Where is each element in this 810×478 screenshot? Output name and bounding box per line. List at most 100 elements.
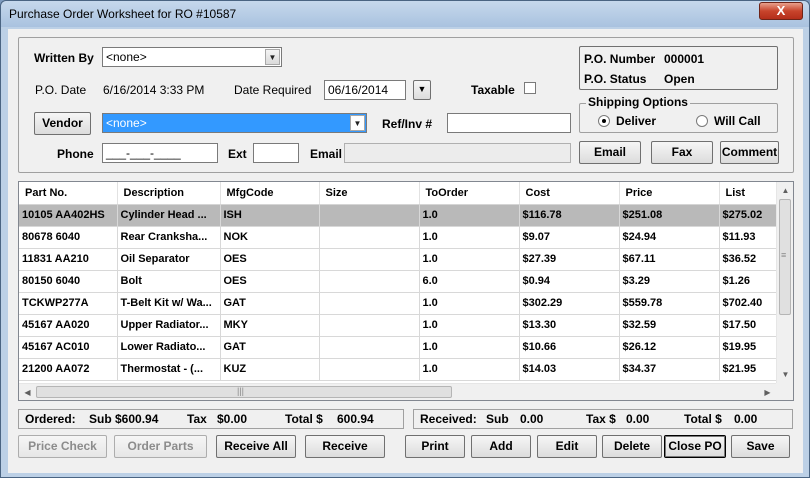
cell-description[interactable]: Thermostat - (...: [117, 358, 221, 381]
date-picker-button[interactable]: ▼: [413, 80, 431, 100]
cell-list[interactable]: $275.02: [719, 204, 779, 227]
cell-description[interactable]: Lower Radiato...: [117, 336, 221, 359]
scroll-left-icon[interactable]: ◀: [19, 384, 36, 401]
vertical-scrollbar[interactable]: ▲ ≡ ▼: [776, 182, 793, 383]
cell-toorder[interactable]: 1.0: [419, 358, 520, 381]
col-header-list[interactable]: List: [719, 182, 779, 205]
price-check-button[interactable]: Price Check: [18, 435, 107, 458]
col-header-toorder[interactable]: ToOrder: [419, 182, 520, 205]
cell-description[interactable]: T-Belt Kit w/ Wa...: [117, 292, 221, 315]
cell-price[interactable]: $3.29: [619, 270, 720, 293]
cell-list[interactable]: $1.26: [719, 270, 779, 293]
receive-button[interactable]: Receive: [305, 435, 385, 458]
cell-part-no[interactable]: 10105 AA402HS: [19, 204, 118, 227]
will-call-radio[interactable]: [696, 115, 708, 127]
cell-list[interactable]: $702.40: [719, 292, 779, 315]
cell-list[interactable]: $11.93: [719, 226, 779, 249]
cell-mfgcode[interactable]: OES: [220, 248, 320, 271]
vendor-combo[interactable]: <none> ▼: [102, 113, 367, 133]
table-row[interactable]: 10105 AA402HS Cylinder Head ... ISH 1.0 $116…: [19, 204, 779, 227]
table-row[interactable]: 45167 AC010 Lower Radiato... GAT 1.0 $10.66 $…: [19, 336, 779, 359]
print-button[interactable]: Print: [405, 435, 465, 458]
cell-mfgcode[interactable]: GAT: [220, 336, 320, 359]
scroll-right-icon[interactable]: ▶: [759, 384, 776, 401]
cell-toorder[interactable]: 6.0: [419, 270, 520, 293]
receive-all-button[interactable]: Receive All: [216, 435, 296, 458]
cell-size[interactable]: [319, 358, 420, 381]
close-po-button[interactable]: Close PO: [664, 435, 726, 458]
chevron-down-icon[interactable]: ▼: [265, 49, 280, 65]
cell-toorder[interactable]: 1.0: [419, 314, 520, 337]
email-input[interactable]: [344, 143, 571, 163]
cell-mfgcode[interactable]: NOK: [220, 226, 320, 249]
table-row[interactable]: 21200 AA072 Thermostat - (... KUZ 1.0 $14.03…: [19, 358, 779, 381]
cell-toorder[interactable]: 1.0: [419, 204, 520, 227]
taxable-checkbox[interactable]: [524, 82, 536, 94]
col-header-mfgcode[interactable]: MfgCode: [220, 182, 320, 205]
cell-cost[interactable]: $13.30: [519, 314, 620, 337]
refinv-input[interactable]: [447, 113, 571, 133]
cell-list[interactable]: $21.95: [719, 358, 779, 381]
table-row[interactable]: 11831 AA210 Oil Separator OES 1.0 $27.39 $67.…: [19, 248, 779, 271]
table-row[interactable]: 80150 6040 Bolt OES 6.0 $0.94 $3.29 $1.26: [19, 270, 779, 293]
fax-button[interactable]: Fax: [651, 141, 713, 164]
scroll-up-icon[interactable]: ▲: [777, 182, 794, 199]
cell-part-no[interactable]: 21200 AA072: [19, 358, 118, 381]
col-header-cost[interactable]: Cost: [519, 182, 620, 205]
cell-toorder[interactable]: 1.0: [419, 336, 520, 359]
horizontal-scrollbar[interactable]: ◀ ||| ▶: [19, 383, 776, 400]
cell-cost[interactable]: $9.07: [519, 226, 620, 249]
cell-cost[interactable]: $27.39: [519, 248, 620, 271]
cell-mfgcode[interactable]: KUZ: [220, 358, 320, 381]
cell-size[interactable]: [319, 336, 420, 359]
cell-price[interactable]: $34.37: [619, 358, 720, 381]
cell-cost[interactable]: $10.66: [519, 336, 620, 359]
save-button[interactable]: Save: [731, 435, 790, 458]
cell-part-no[interactable]: 80678 6040: [19, 226, 118, 249]
cell-part-no[interactable]: TCKWP277A: [19, 292, 118, 315]
title-bar[interactable]: Purchase Order Worksheet for RO #10587 X: [1, 1, 809, 27]
horizontal-scroll-thumb[interactable]: |||: [36, 386, 452, 398]
order-parts-button[interactable]: Order Parts: [114, 435, 207, 458]
cell-cost[interactable]: $0.94: [519, 270, 620, 293]
cell-size[interactable]: [319, 292, 420, 315]
cell-description[interactable]: Upper Radiator...: [117, 314, 221, 337]
col-header-part-no[interactable]: Part No.: [19, 182, 118, 205]
table-row[interactable]: 80678 6040 Rear Cranksha... NOK 1.0 $9.07 $24…: [19, 226, 779, 249]
table-row[interactable]: TCKWP277A T-Belt Kit w/ Wa... GAT 1.0 $302.2…: [19, 292, 779, 315]
phone-input[interactable]: ___-___-____: [102, 143, 218, 163]
cell-toorder[interactable]: 1.0: [419, 226, 520, 249]
edit-button[interactable]: Edit: [537, 435, 597, 458]
cell-toorder[interactable]: 1.0: [419, 248, 520, 271]
cell-price[interactable]: $32.59: [619, 314, 720, 337]
cell-list[interactable]: $36.52: [719, 248, 779, 271]
cell-description[interactable]: Rear Cranksha...: [117, 226, 221, 249]
ext-input[interactable]: [253, 143, 299, 163]
deliver-radio[interactable]: [598, 115, 610, 127]
col-header-size[interactable]: Size: [319, 182, 420, 205]
vertical-scroll-thumb[interactable]: ≡: [779, 199, 791, 315]
cell-description[interactable]: Cylinder Head ...: [117, 204, 221, 227]
cell-mfgcode[interactable]: GAT: [220, 292, 320, 315]
cell-price[interactable]: $67.11: [619, 248, 720, 271]
add-button[interactable]: Add: [471, 435, 531, 458]
cell-cost[interactable]: $14.03: [519, 358, 620, 381]
cell-part-no[interactable]: 45167 AA020: [19, 314, 118, 337]
cell-size[interactable]: [319, 314, 420, 337]
cell-list[interactable]: $19.95: [719, 336, 779, 359]
cell-price[interactable]: $559.78: [619, 292, 720, 315]
vendor-button[interactable]: Vendor: [34, 112, 91, 135]
cell-description[interactable]: Bolt: [117, 270, 221, 293]
delete-button[interactable]: Delete: [602, 435, 662, 458]
cell-toorder[interactable]: 1.0: [419, 292, 520, 315]
cell-size[interactable]: [319, 270, 420, 293]
table-row[interactable]: 45167 AA020 Upper Radiator... MKY 1.0 $13.30…: [19, 314, 779, 337]
cell-mfgcode[interactable]: MKY: [220, 314, 320, 337]
cell-list[interactable]: $17.50: [719, 314, 779, 337]
email-button[interactable]: Email: [579, 141, 641, 164]
cell-price[interactable]: $24.94: [619, 226, 720, 249]
cell-mfgcode[interactable]: OES: [220, 270, 320, 293]
cell-cost[interactable]: $116.78: [519, 204, 620, 227]
cell-size[interactable]: [319, 248, 420, 271]
comment-button[interactable]: Comment: [720, 141, 779, 164]
